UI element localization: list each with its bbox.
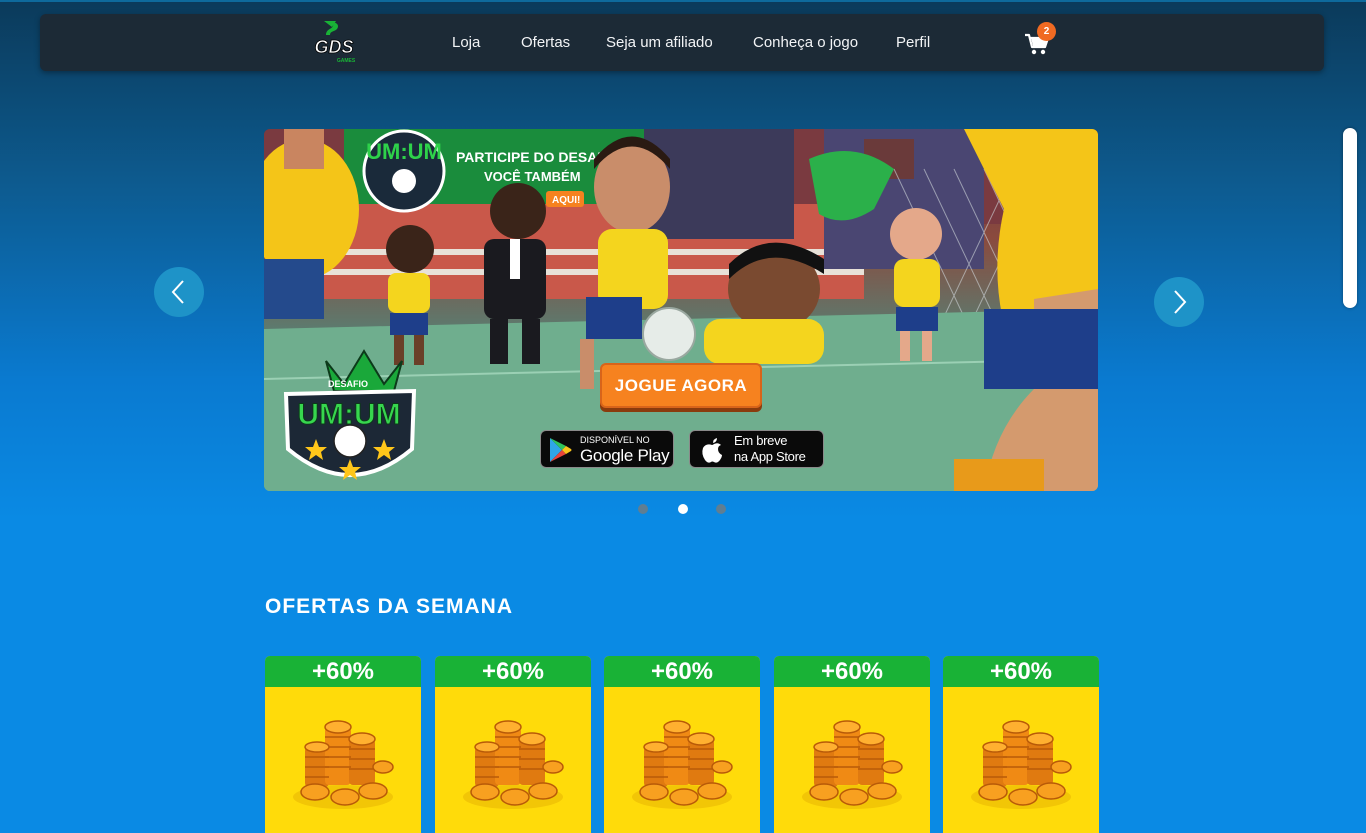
coins-icon [801, 720, 903, 810]
offer-card[interactable]: +60% [604, 656, 760, 833]
coins-icon [970, 720, 1072, 810]
offer-badge: +60% [943, 656, 1099, 687]
brand-logo[interactable]: GDS GAMES [306, 19, 362, 65]
chevron-right-icon [1174, 290, 1187, 314]
scrollbar-thumb[interactable] [1343, 128, 1357, 308]
offer-card[interactable]: +60% [774, 656, 930, 833]
offer-card[interactable]: +60% [265, 656, 421, 833]
cart-count-badge: 2 [1037, 22, 1056, 41]
carousel-dot-3[interactable] [716, 504, 726, 514]
nav-link-conheca-o-jogo[interactable]: Conheça o jogo [753, 34, 858, 51]
coins-icon [462, 720, 564, 810]
carousel-dot-2[interactable] [678, 504, 688, 514]
coins-icon [631, 720, 733, 810]
svg-text:AQUI!: AQUI! [552, 195, 580, 206]
nav-link-loja[interactable]: Loja [452, 34, 480, 51]
offer-badge: +60% [774, 656, 930, 687]
app-store-big-text: na App Store [734, 449, 806, 464]
offer-badge: +60% [265, 656, 421, 687]
gds-logo-icon: GDS GAMES [314, 21, 356, 64]
nav-link-afiliado[interactable]: Seja um afiliado [606, 34, 713, 51]
google-play-icon [550, 438, 572, 462]
svg-text:DESAFIO: DESAFIO [328, 379, 368, 389]
nav-link-ofertas[interactable]: Ofertas [521, 34, 570, 51]
svg-text:UM:UM: UM:UM [366, 139, 442, 164]
coins-icon [293, 720, 394, 809]
offers-section-title: OFERTAS DA SEMANA [265, 595, 513, 618]
carousel-slide[interactable]: PARTICIPE DO DESAFIO VOCÊ TAMBÉM AQUI! U… [264, 129, 1098, 491]
offer-badge: +60% [604, 656, 760, 687]
carousel-next-button[interactable] [1154, 277, 1204, 327]
nav-link-perfil[interactable]: Perfil [896, 34, 930, 51]
app-store-small-text: Em breve [734, 433, 788, 448]
google-play-badge[interactable]: DISPONÍVEL NO Google Play [540, 430, 674, 468]
offer-card[interactable]: +60% [943, 656, 1099, 833]
play-now-button[interactable]: JOGUE AGORA [600, 363, 762, 408]
top-accent-line [0, 0, 1366, 2]
svg-text:GDS: GDS [314, 37, 353, 57]
app-store-badge[interactable]: Em breve na App Store [689, 430, 824, 468]
offer-badge: +60% [435, 656, 591, 687]
carousel-dot-1[interactable] [638, 504, 648, 514]
carousel-prev-button[interactable] [154, 267, 204, 317]
google-play-small-text: DISPONÍVEL NO [580, 435, 650, 445]
game-banner-art: PARTICIPE DO DESAFIO VOCÊ TAMBÉM AQUI! U… [264, 129, 1098, 491]
google-play-big-text: Google Play [580, 446, 670, 465]
svg-text:GAMES: GAMES [337, 58, 356, 64]
navbar: GDS GAMES Loja Ofertas Seja um afiliado … [40, 14, 1324, 71]
apple-icon [702, 438, 722, 463]
chevron-left-icon [171, 280, 184, 304]
offer-card[interactable]: +60% [435, 656, 591, 833]
svg-text:VOCÊ TAMBÉM: VOCÊ TAMBÉM [484, 169, 581, 184]
